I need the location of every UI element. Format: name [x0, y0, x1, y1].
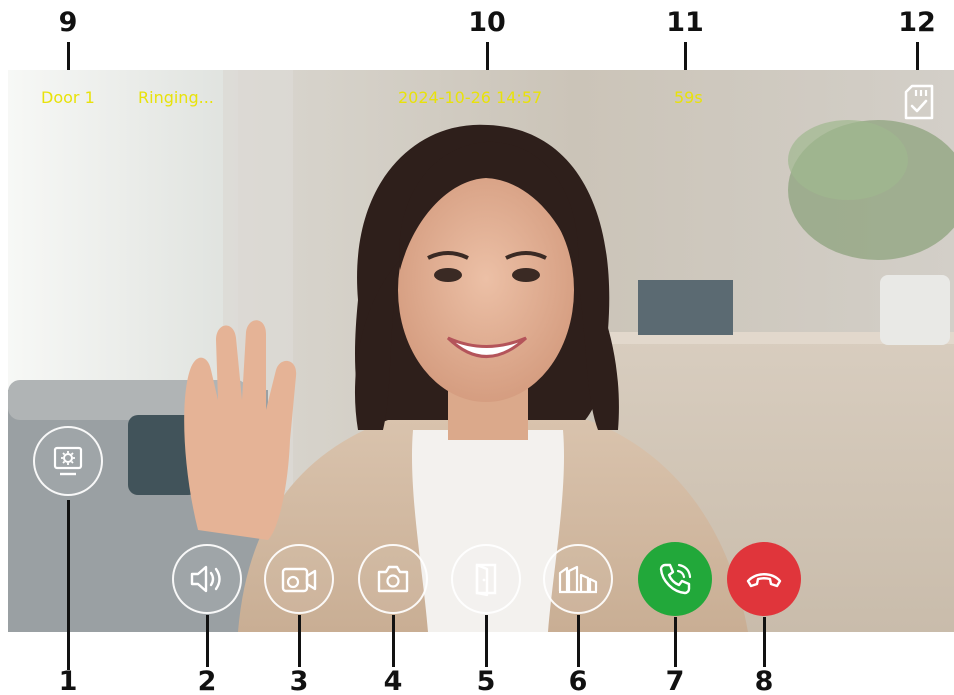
- diagram-canvas: 9 10 11 12 Door 1 Ringing... 2024-10-26 …: [0, 0, 954, 695]
- callout-line-12: [916, 42, 919, 72]
- video-record-button[interactable]: [264, 544, 334, 614]
- callout-number-9: 9: [58, 7, 78, 38]
- callout-number-2: 2: [197, 666, 217, 695]
- call-state-label: Ringing...: [138, 88, 214, 107]
- callout-line-1: [67, 500, 70, 670]
- door-label: Door 1: [41, 88, 95, 107]
- callout-number-12: 12: [898, 7, 936, 38]
- callout-number-1: 1: [58, 666, 78, 695]
- callout-line-8: [763, 617, 766, 667]
- callout-number-7: 7: [665, 666, 685, 695]
- answer-call-button[interactable]: [638, 542, 712, 616]
- speaker-button[interactable]: [172, 544, 242, 614]
- callout-line-5: [485, 615, 488, 667]
- video-record-icon: [281, 567, 317, 593]
- unlock-door-button[interactable]: [451, 544, 521, 614]
- callout-number-8: 8: [754, 666, 774, 695]
- callout-line-2: [206, 615, 209, 667]
- sd-card-check-icon: [902, 84, 936, 120]
- phone-answer-icon: [659, 563, 692, 595]
- door-open-icon: [475, 563, 497, 597]
- callout-line-6: [577, 615, 580, 667]
- phone-hangup-icon: [746, 573, 782, 588]
- callout-number-10: 10: [468, 7, 506, 38]
- monitor-settings-button[interactable]: [33, 426, 103, 496]
- callout-line-7: [674, 617, 677, 667]
- unlock-gate-button[interactable]: [543, 544, 613, 614]
- callout-line-3: [298, 615, 301, 667]
- countdown-label: 59s: [674, 88, 703, 107]
- monitor-settings-icon: [53, 446, 83, 476]
- callout-number-11: 11: [666, 7, 704, 38]
- snapshot-button[interactable]: [358, 544, 428, 614]
- intercom-screen: Door 1 Ringing... 2024-10-26 14:57 59s: [8, 70, 954, 632]
- callout-line-4: [392, 615, 395, 667]
- speaker-volume-icon: [190, 565, 221, 593]
- callout-number-6: 6: [568, 666, 588, 695]
- callout-number-3: 3: [289, 666, 309, 695]
- callout-number-4: 4: [383, 666, 403, 695]
- gate-open-icon: [558, 565, 598, 594]
- hangup-call-button[interactable]: [727, 542, 801, 616]
- callout-number-5: 5: [476, 666, 496, 695]
- datetime-label: 2024-10-26 14:57: [398, 88, 543, 107]
- camera-icon: [377, 565, 409, 593]
